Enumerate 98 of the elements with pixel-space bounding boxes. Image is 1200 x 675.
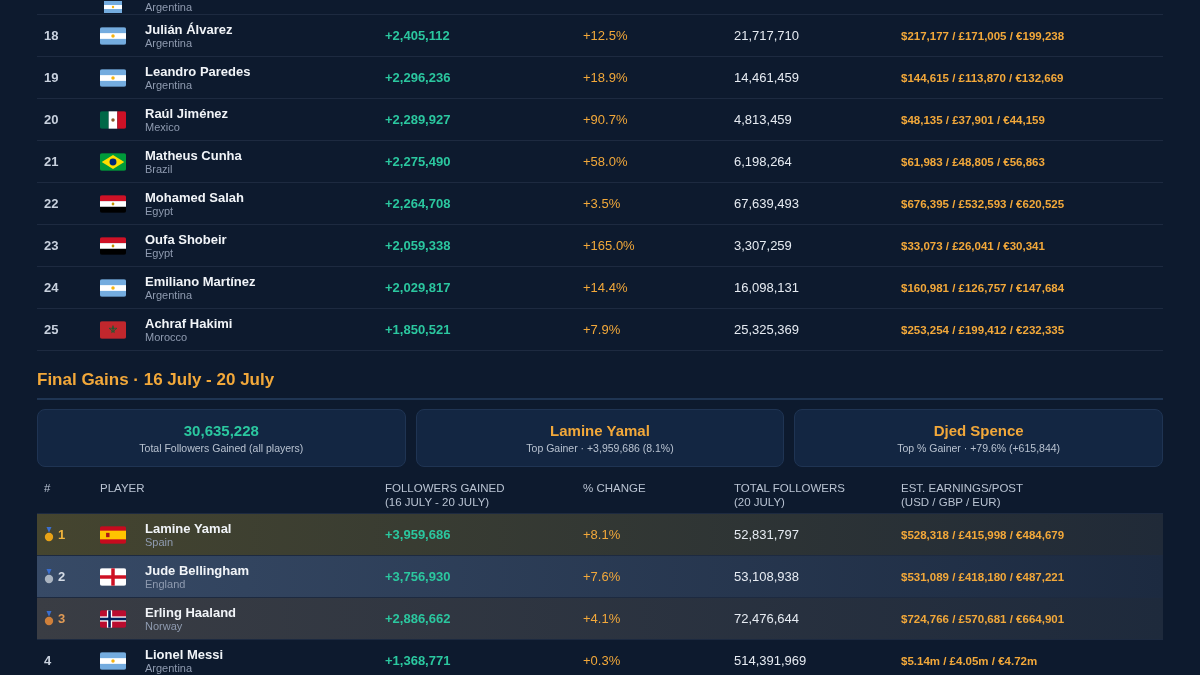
- rank-number: 22: [44, 196, 59, 211]
- player-name: Erling Haaland: [145, 604, 237, 620]
- percent-change: +58.0%: [583, 154, 628, 169]
- column-header: % CHANGE: [583, 482, 646, 494]
- rank-number: 23: [44, 238, 59, 253]
- rank-number: 18: [44, 28, 59, 43]
- total-followers: 52,831,797: [734, 527, 800, 542]
- earnings-per-post: $33,073 / £26,041 / €30,341: [901, 239, 1045, 252]
- player-name: Raúl Jiménez: [145, 105, 229, 121]
- card-caption: Top % Gainer · +79.6% (+615,844): [897, 442, 1061, 454]
- player-name: Lamine Yamal: [145, 520, 232, 536]
- earnings-per-post: $676,395 / £532,593 / €620,525: [901, 197, 1065, 210]
- earnings-per-post: $160,981 / £126,757 / €147,684: [901, 281, 1065, 294]
- followers-gained: +3,756,930: [385, 569, 451, 584]
- player-country: Argentina: [145, 36, 193, 50]
- column-header: PLAYER: [100, 482, 145, 494]
- card-value: 30,635,228: [183, 422, 259, 439]
- player-country: Egypt: [145, 246, 174, 260]
- total-followers: 514,391,969: [734, 653, 807, 668]
- total-followers: 21,717,710: [734, 28, 800, 43]
- total-followers: 4,813,459: [734, 112, 792, 127]
- percent-change: +14.4%: [583, 280, 628, 295]
- player-name: Oufa Shobeir: [145, 231, 227, 247]
- total-followers: 16,098,131: [734, 280, 800, 295]
- player-country: Morocco: [145, 330, 188, 344]
- percent-change: +18.9%: [583, 70, 628, 85]
- followers-gained: +3,959,686: [385, 527, 451, 542]
- percent-change: +90.7%: [583, 112, 628, 127]
- followers-gained: +2,886,662: [385, 611, 451, 626]
- card-caption: Top Gainer · +3,959,686 (8.1%): [526, 442, 674, 454]
- percent-change: +165.0%: [583, 238, 635, 253]
- rank-number: 1: [58, 527, 66, 542]
- column-header: EST. EARNINGS/POST (USD / GBP / EUR): [901, 482, 1024, 508]
- earnings-per-post: $724,766 / £570,681 / €664,901: [901, 612, 1065, 625]
- total-followers: 53,108,938: [734, 569, 800, 584]
- player-country: Argentina: [145, 0, 193, 14]
- player-name: Jude Bellingham: [145, 562, 250, 578]
- followers-gained: +2,296,236: [385, 70, 451, 85]
- rank-number: 2: [58, 569, 66, 584]
- rank-number: 21: [44, 154, 59, 169]
- percent-change: +12.5%: [583, 28, 628, 43]
- percent-change: +4.1%: [583, 611, 621, 626]
- column-header: FOLLOWERS GAINED (16 JULY - 20 JULY): [385, 482, 505, 508]
- player-country: Norway: [145, 619, 183, 633]
- total-followers: 14,461,459: [734, 70, 800, 85]
- earnings-per-post: $531,089 / £418,180 / €487,221: [901, 570, 1065, 583]
- followers-gained: +1,850,521: [385, 322, 451, 337]
- earnings-per-post: $5.14m / £4.05m / €4.72m: [901, 654, 1038, 667]
- player-name: Emiliano Martínez: [145, 273, 256, 289]
- followers-gained: +2,405,112: [385, 28, 450, 43]
- player-name: Matheus Cunha: [145, 147, 242, 163]
- player-name: Julián Álvarez: [145, 21, 233, 37]
- player-country: Egypt: [145, 204, 174, 218]
- rank-number: 25: [44, 322, 59, 337]
- total-followers: 25,325,369: [734, 322, 800, 337]
- section-title: Final Gains · 16 July - 20 July: [37, 370, 1163, 400]
- followers-gained: +2,059,338: [385, 238, 451, 253]
- rank-number: 24: [44, 280, 59, 295]
- total-followers: 67,639,493: [734, 196, 800, 211]
- earnings-per-post: $528,318 / £415,998 / €484,679: [901, 528, 1065, 541]
- rank-number: 3: [58, 611, 66, 626]
- player-country: Argentina: [145, 661, 193, 675]
- card-value: Djed Spence: [933, 422, 1024, 439]
- player-country: Brazil: [145, 162, 173, 176]
- percent-change: +8.1%: [583, 527, 621, 542]
- followers-gained: +1,368,771: [385, 653, 451, 668]
- percent-change: +7.6%: [583, 569, 621, 584]
- percent-change: +0.3%: [583, 653, 621, 668]
- player-name: Mohamed Salah: [145, 189, 244, 205]
- column-header: TOTAL FOLLOWERS (20 JULY): [734, 482, 845, 508]
- rank-number: 20: [44, 112, 59, 127]
- card-value: Lamine Yamal: [550, 422, 650, 439]
- followers-gained: +2,289,927: [385, 112, 451, 127]
- followers-gained: +2,275,490: [385, 154, 451, 169]
- followers-gained: +2,029,817: [385, 280, 451, 295]
- player-country: Argentina: [145, 288, 193, 302]
- earnings-per-post: $144,615 / £113,870 / €132,669: [901, 71, 1064, 84]
- total-followers: 72,476,644: [734, 611, 800, 626]
- rank-number: 19: [44, 70, 59, 85]
- player-name: Achraf Hakimi: [145, 315, 233, 331]
- player-name: Lionel Messi: [145, 646, 224, 662]
- earnings-per-post: $61,983 / £48,805 / €56,863: [901, 155, 1045, 168]
- card-caption: Total Followers Gained (all players): [139, 442, 304, 454]
- percent-change: +7.9%: [583, 322, 621, 337]
- player-country: England: [145, 577, 186, 591]
- followers-gained: +2,264,708: [385, 196, 451, 211]
- earnings-per-post: $253,254 / £199,412 / €232,335: [901, 323, 1065, 336]
- column-header: #: [44, 482, 51, 494]
- earnings-per-post: $217,177 / £171,005 / €199,238: [901, 29, 1065, 42]
- player-country: Spain: [145, 535, 174, 549]
- rank-number: 4: [44, 653, 52, 668]
- total-followers: 3,307,259: [734, 238, 792, 253]
- earnings-per-post: $48,135 / £37,901 / €44,159: [901, 113, 1045, 126]
- player-country: Mexico: [145, 120, 180, 134]
- player-name: Leandro Paredes: [145, 63, 251, 79]
- player-country: Argentina: [145, 78, 193, 92]
- total-followers: 6,198,264: [734, 154, 792, 169]
- percent-change: +3.5%: [583, 196, 621, 211]
